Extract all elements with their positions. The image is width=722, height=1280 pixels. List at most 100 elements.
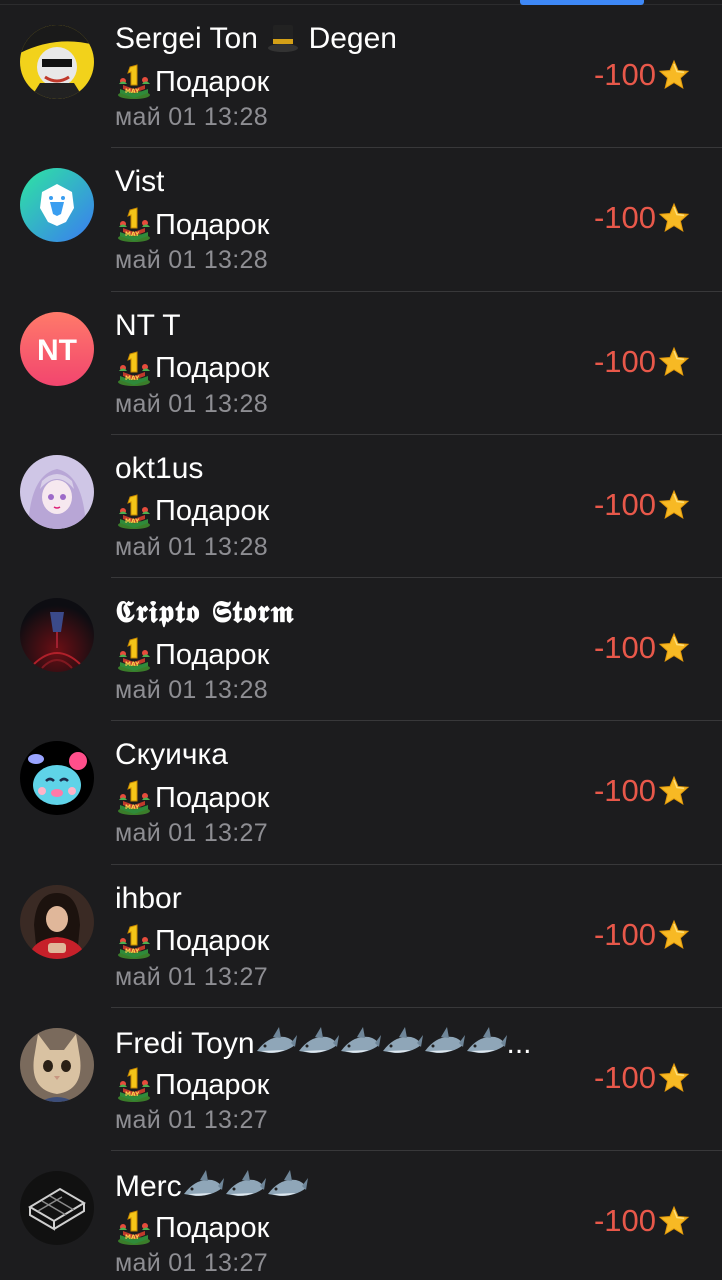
gift-label: Подарок [155, 65, 270, 98]
transaction-amount: -100 [594, 200, 690, 236]
transaction-time: май 01 13:28 [115, 532, 268, 561]
shark-icon [424, 1027, 465, 1054]
transaction-amount: -100 [594, 1203, 690, 1239]
transaction-amount: -100 [594, 630, 690, 666]
star-icon [659, 1063, 689, 1092]
transaction-time: май 01 13:27 [115, 1249, 268, 1278]
transactions-list: Sergei Ton Degen Подарок май 01 13:28 -1… [0, 5, 722, 1280]
amount-value: -100 [593, 1203, 656, 1239]
transaction-row[interactable]: NT NT T Подарок май 01 13:28 -100 [0, 292, 722, 435]
transaction-row[interactable]: 𝕮𝖗𝖎𝖕𝖙𝖔 𝕾𝖙𝖔𝖗𝖒 Подарок май 01 13:28 -100 [0, 578, 722, 722]
transaction-time: май 01 13:28 [115, 103, 268, 131]
shark-icon [183, 1170, 224, 1197]
may-gift-icon [117, 1067, 151, 1103]
gift-label: Подарок [155, 208, 270, 241]
gift-label: Подарок [155, 925, 270, 958]
star-icon [659, 346, 689, 376]
avatar [20, 884, 94, 959]
transaction-row[interactable]: Sergei Ton Degen Подарок май 01 13:28 -1… [0, 5, 722, 149]
gift-label: Подарок [155, 1068, 270, 1101]
star-icon [659, 203, 689, 233]
amount-value: -100 [593, 1060, 656, 1096]
gift-line: Подарок [115, 923, 269, 961]
contact-name: okt1us [115, 451, 204, 485]
may-gift-icon [117, 637, 151, 673]
shark-icon [382, 1027, 423, 1054]
transaction-amount: -100 [594, 773, 690, 809]
amount-value: -100 [593, 57, 656, 92]
shark-icon [466, 1027, 507, 1054]
may-gift-icon [117, 924, 151, 960]
star-icon [659, 633, 689, 662]
gift-line: Подарок [115, 206, 269, 244]
star-icon [659, 776, 689, 806]
transaction-amount: -100 [594, 1060, 690, 1096]
transaction-time: май 01 13:28 [115, 676, 268, 705]
contact-name: Vist [115, 165, 165, 199]
avatar-initials: NT [37, 334, 77, 367]
avatar [20, 25, 94, 99]
amount-value: -100 [593, 486, 656, 522]
shark-icon [256, 1027, 297, 1054]
transaction-row[interactable]: Скуичка Подарок май 01 13:27 -100 [0, 721, 722, 865]
avatar [20, 1028, 94, 1103]
transaction-row[interactable]: ihbor Подарок май 01 13:27 -100 [0, 865, 722, 1009]
gift-line: Подарок [115, 63, 269, 101]
avatar [20, 168, 94, 243]
gift-line: Подарок [115, 636, 269, 674]
contact-name: Скуичка [115, 738, 228, 772]
star-icon [659, 1206, 689, 1236]
top-hat-icon [268, 25, 299, 52]
contact-name: 𝕮𝖗𝖎𝖕𝖙𝖔 𝕾𝖙𝖔𝖗𝖒 [115, 595, 295, 631]
shark-icon [267, 1170, 308, 1197]
gift-line: Подарок [115, 1066, 269, 1104]
avatar [20, 741, 94, 816]
transaction-time: май 01 13:28 [115, 389, 268, 418]
transactions-screen: Sergei Ton Degen Подарок май 01 13:28 -1… [0, 0, 722, 1280]
gift-label: Подарок [155, 352, 270, 385]
amount-value: -100 [593, 630, 656, 666]
gift-label: Подарок [155, 1211, 270, 1244]
transaction-row[interactable]: Vist Подарок май 01 13:28 -100 [0, 148, 722, 292]
contact-name: Sergei Ton Degen [115, 22, 397, 55]
amount-value: -100 [593, 200, 656, 236]
star-icon [659, 60, 689, 89]
contact-name: ihbor [115, 881, 182, 915]
may-gift-icon [117, 207, 151, 243]
transaction-amount: -100 [594, 487, 690, 523]
transaction-row[interactable]: Fredi Toyn... Подарок май 01 13:27 -100 [0, 1008, 722, 1152]
transaction-row[interactable]: okt1us Подарок май 01 13:28 -100 [0, 435, 722, 579]
gift-line: Подарок [115, 350, 269, 388]
contact-name: Merc [115, 1168, 308, 1204]
may-gift-icon [117, 494, 151, 530]
may-gift-icon [117, 1210, 151, 1246]
transaction-time: май 01 13:27 [115, 819, 268, 848]
transaction-time: май 01 13:28 [115, 246, 268, 275]
shark-icon [340, 1027, 381, 1054]
transaction-amount: -100 [594, 57, 690, 93]
shark-icon [225, 1170, 266, 1197]
shark-icon [298, 1027, 339, 1054]
transaction-row[interactable]: Merc Подарок май 01 13:27 -100 [0, 1151, 722, 1280]
transaction-time: май 01 13:27 [115, 962, 268, 991]
may-gift-icon [117, 64, 151, 100]
gift-label: Подарок [155, 638, 270, 671]
contact-name: NT T [115, 308, 181, 342]
may-gift-icon [117, 780, 151, 816]
amount-value: -100 [593, 773, 656, 809]
contact-name: Fredi Toyn... [115, 1027, 532, 1061]
avatar [20, 598, 94, 673]
star-icon [659, 490, 689, 519]
avatar [20, 1171, 94, 1246]
gift-line: Подарок [115, 779, 269, 817]
transaction-time: май 01 13:27 [115, 1106, 268, 1135]
transaction-amount: -100 [594, 344, 690, 380]
gift-line: Подарок [115, 493, 269, 531]
avatar: NT [20, 311, 94, 386]
gift-line: Подарок [115, 1209, 269, 1247]
may-gift-icon [117, 351, 151, 387]
transaction-amount: -100 [594, 917, 690, 953]
gift-label: Подарок [155, 781, 270, 814]
amount-value: -100 [593, 343, 656, 379]
star-icon [659, 920, 689, 949]
